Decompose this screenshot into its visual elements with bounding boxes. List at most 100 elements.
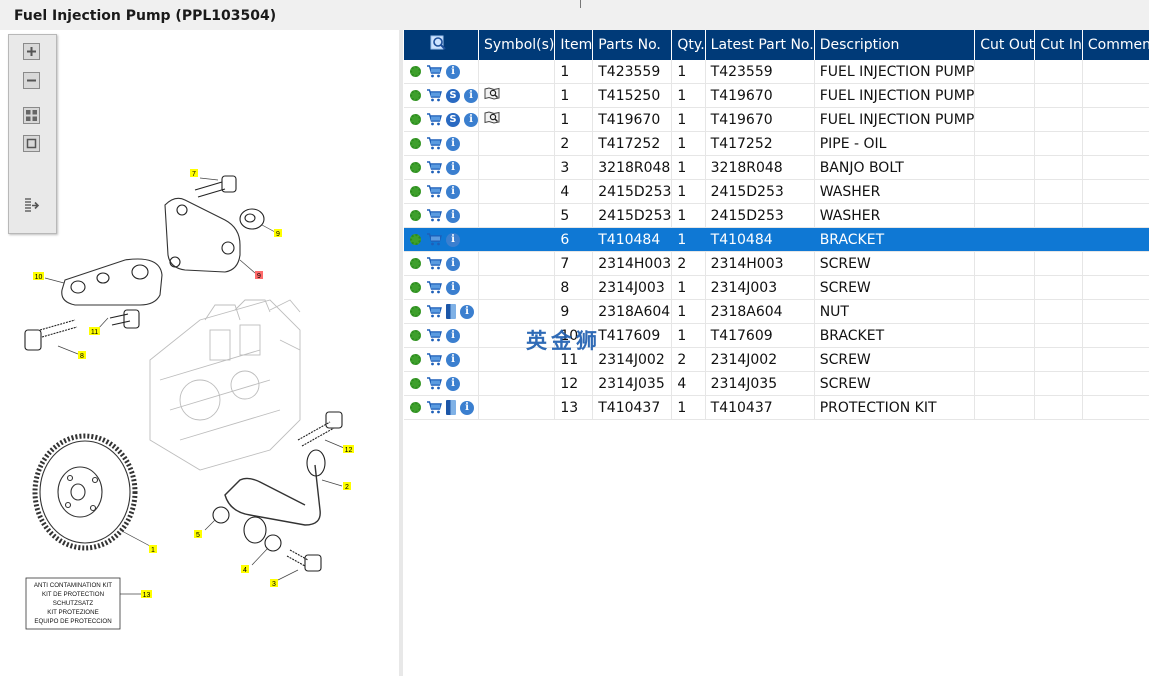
zoom-out-icon[interactable] bbox=[23, 72, 40, 89]
description-cell: WASHER bbox=[814, 179, 976, 204]
svg-text:13: 13 bbox=[143, 592, 151, 599]
gear-icon[interactable] bbox=[410, 378, 421, 389]
info-icon[interactable]: i bbox=[446, 136, 460, 151]
column-header-cut-in[interactable]: Cut In bbox=[1034, 30, 1083, 60]
zoom-in-icon[interactable] bbox=[23, 43, 40, 60]
column-header-symbols[interactable]: Symbol(s) bbox=[478, 30, 556, 60]
info-icon[interactable]: i bbox=[446, 208, 460, 223]
info-icon[interactable]: i bbox=[446, 328, 460, 343]
comment-cell bbox=[1082, 227, 1149, 252]
column-header-latest-part-no[interactable]: Latest Part No. bbox=[705, 30, 815, 60]
fit-window-icon[interactable] bbox=[23, 135, 40, 152]
parts-no-cell: T410484 bbox=[592, 227, 673, 252]
column-header-description[interactable]: Description bbox=[814, 30, 976, 60]
cart-icon[interactable] bbox=[426, 137, 442, 150]
map-book-icon[interactable] bbox=[484, 111, 500, 124]
info-icon[interactable]: i bbox=[446, 232, 460, 247]
gear-icon[interactable] bbox=[410, 258, 421, 269]
cart-icon[interactable] bbox=[426, 209, 442, 222]
gear-icon[interactable] bbox=[410, 162, 421, 173]
symbol-cell bbox=[478, 60, 556, 84]
cart-icon[interactable] bbox=[426, 233, 442, 246]
gear-icon[interactable] bbox=[410, 330, 421, 341]
supersession-icon[interactable]: S bbox=[446, 112, 460, 127]
table-row[interactable]: Si 1 T419670 1 T419670 FUEL INJECTION PUMP bbox=[404, 107, 1149, 132]
gear-icon[interactable] bbox=[410, 114, 421, 125]
parts-diagram[interactable]: 7 9 10 9 11 8 12 2 1 5 4 3 13 ANTI CONTA… bbox=[0, 30, 399, 676]
info-icon[interactable]: i bbox=[446, 376, 460, 391]
description-cell: SCREW bbox=[814, 251, 976, 276]
manual-icon[interactable] bbox=[446, 400, 456, 415]
supersession-icon[interactable]: S bbox=[446, 88, 460, 103]
callout-10: 10 bbox=[33, 272, 44, 281]
gear-icon[interactable] bbox=[410, 354, 421, 365]
info-icon[interactable]: i bbox=[446, 256, 460, 271]
table-row[interactable]: i 7 2314H003 2 2314H003 SCREW bbox=[404, 251, 1149, 276]
table-row[interactable]: i 10 T417609 1 T417609 BRACKET bbox=[404, 323, 1149, 348]
gear-icon[interactable] bbox=[410, 234, 421, 245]
pane-splitter[interactable] bbox=[399, 30, 403, 676]
column-header-qty[interactable]: Qty. bbox=[671, 30, 706, 60]
info-icon[interactable]: i bbox=[460, 400, 474, 415]
info-icon[interactable]: i bbox=[464, 112, 478, 127]
info-icon[interactable]: i bbox=[446, 184, 460, 199]
gear-icon[interactable] bbox=[410, 306, 421, 317]
info-icon[interactable]: i bbox=[460, 304, 474, 319]
cart-icon[interactable] bbox=[426, 329, 442, 342]
column-header-search[interactable] bbox=[404, 30, 479, 60]
info-icon[interactable]: i bbox=[446, 160, 460, 175]
gear-icon[interactable] bbox=[410, 282, 421, 293]
table-row[interactable]: i 9 2318A604 1 2318A604 NUT bbox=[404, 299, 1149, 324]
table-row[interactable]: i 8 2314J003 1 2314J003 SCREW bbox=[404, 275, 1149, 300]
column-header-parts-no[interactable]: Parts No. bbox=[592, 30, 673, 60]
cart-icon[interactable] bbox=[426, 401, 442, 414]
cart-icon[interactable] bbox=[426, 377, 442, 390]
info-icon[interactable]: i bbox=[446, 352, 460, 367]
cart-icon[interactable] bbox=[426, 305, 442, 318]
gear-icon[interactable] bbox=[410, 186, 421, 197]
table-row[interactable]: i 13 T410437 1 T410437 PROTECTION KIT bbox=[404, 395, 1149, 420]
gear-icon[interactable] bbox=[410, 210, 421, 221]
table-row-selected[interactable]: i 6 T410484 1 T410484 BRACKET bbox=[404, 227, 1149, 252]
cart-icon[interactable] bbox=[426, 257, 442, 270]
search-icon[interactable] bbox=[430, 35, 448, 51]
column-header-item[interactable]: Item bbox=[554, 30, 594, 60]
cut-out-cell bbox=[974, 203, 1036, 228]
table-row[interactable]: i 2 T417252 1 T417252 PIPE - OIL bbox=[404, 131, 1149, 156]
gear-part bbox=[32, 433, 138, 551]
cart-icon[interactable] bbox=[426, 113, 442, 126]
gear-icon[interactable] bbox=[410, 66, 421, 77]
column-header-cut-out[interactable]: Cut Out bbox=[974, 30, 1036, 60]
column-header-comment[interactable]: Comment bbox=[1082, 30, 1149, 60]
gear-icon[interactable] bbox=[410, 90, 421, 101]
table-row[interactable]: i 3 3218R048 1 3218R048 BANJO BOLT bbox=[404, 155, 1149, 180]
map-book-icon[interactable] bbox=[484, 87, 500, 100]
fit-all-icon[interactable] bbox=[23, 107, 40, 124]
callout-1: 1 bbox=[149, 545, 157, 554]
svg-text:12: 12 bbox=[345, 447, 353, 454]
cart-icon[interactable] bbox=[426, 185, 442, 198]
zoom-toolbar bbox=[8, 34, 57, 234]
qty-cell: 1 bbox=[671, 275, 706, 300]
cart-icon[interactable] bbox=[426, 65, 442, 78]
table-row[interactable]: i 12 2314J035 4 2314J035 SCREW bbox=[404, 371, 1149, 396]
table-row[interactable]: i 5 2415D253 1 2415D253 WASHER bbox=[404, 203, 1149, 228]
cart-icon[interactable] bbox=[426, 353, 442, 366]
manual-icon[interactable] bbox=[446, 304, 456, 319]
cart-icon[interactable] bbox=[426, 161, 442, 174]
gear-icon[interactable] bbox=[410, 138, 421, 149]
cut-in-cell bbox=[1034, 155, 1083, 180]
table-row[interactable]: i 1 T423559 1 T423559 FUEL INJECTION PUMP bbox=[404, 60, 1149, 84]
comment-cell bbox=[1082, 83, 1149, 108]
info-icon[interactable]: i bbox=[446, 280, 460, 295]
callout-5: 5 bbox=[194, 530, 202, 539]
table-row[interactable]: i 11 2314J002 2 2314J002 SCREW bbox=[404, 347, 1149, 372]
info-icon[interactable]: i bbox=[464, 88, 478, 103]
export-icon[interactable] bbox=[23, 197, 40, 214]
info-icon[interactable]: i bbox=[446, 64, 460, 79]
cart-icon[interactable] bbox=[426, 281, 442, 294]
table-row[interactable]: Si 1 T415250 1 T419670 FUEL INJECTION PUMP bbox=[404, 83, 1149, 108]
table-row[interactable]: i 4 2415D253 1 2415D253 WASHER bbox=[404, 179, 1149, 204]
gear-icon[interactable] bbox=[410, 402, 421, 413]
cart-icon[interactable] bbox=[426, 89, 442, 102]
